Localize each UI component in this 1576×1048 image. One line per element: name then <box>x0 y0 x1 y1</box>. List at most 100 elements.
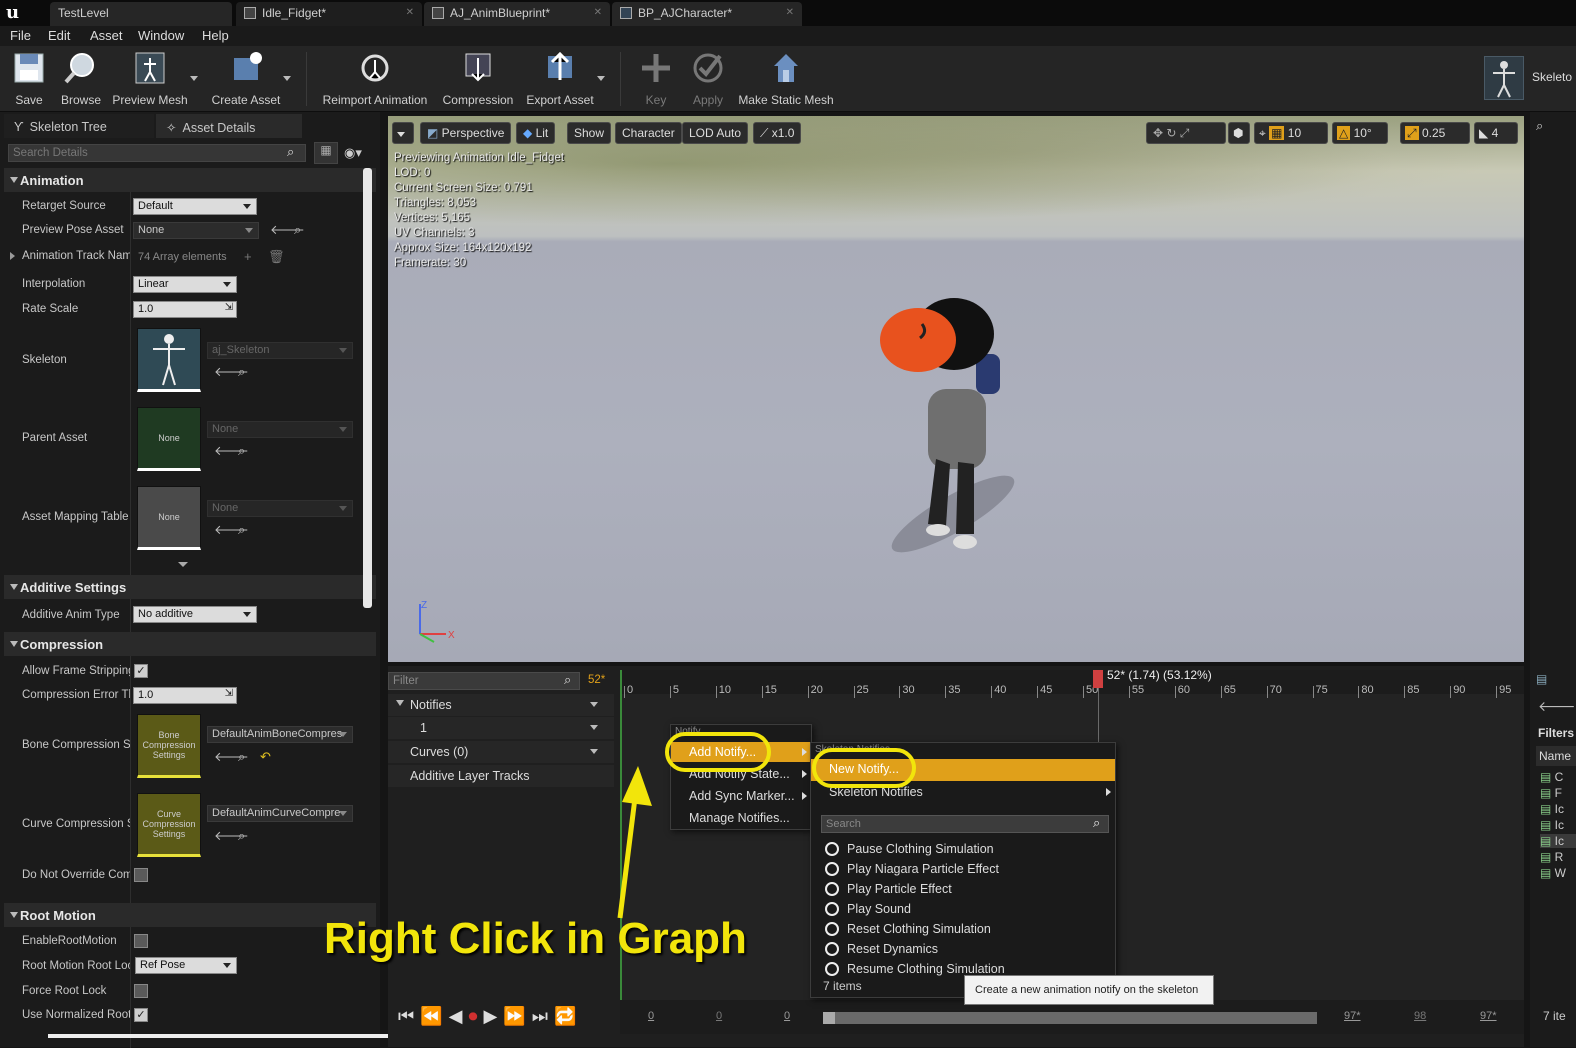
interpolation-dropdown[interactable]: Linear <box>133 276 237 293</box>
notify-option[interactable]: Reset Clothing Simulation <box>811 919 1115 939</box>
range-end[interactable]: 97* <box>1480 1010 1497 1022</box>
grid-snap-button[interactable]: ⌖ ▦ 10 <box>1254 122 1328 144</box>
preview-pose-dropdown[interactable]: None <box>133 222 259 239</box>
section-compression[interactable]: Compression <box>4 632 376 656</box>
lit-button[interactable]: ◆ Lit <box>516 122 556 144</box>
skeleton-mode-button[interactable] <box>1484 56 1524 100</box>
record-icon[interactable]: ⏺ <box>468 1006 483 1026</box>
skeleton-dropdown[interactable]: aj_Skeleton <box>207 342 353 359</box>
asset-list-item[interactable]: ▤ W <box>1540 866 1566 880</box>
playback-start[interactable]: 0 <box>784 1010 790 1022</box>
make-static-mesh-button[interactable]: Make Static Mesh <box>736 50 836 107</box>
add-sync-marker-menu-item[interactable]: Add Sync Marker... <box>671 786 811 806</box>
curves-track[interactable]: Curves (0) <box>388 741 614 763</box>
asset-list-item[interactable]: ▤ Ic <box>1540 834 1576 848</box>
chevron-down-icon[interactable] <box>590 749 598 754</box>
use-normalized-checkbox[interactable]: ✓ <box>134 1008 148 1022</box>
parent-asset-thumbnail[interactable]: None <box>137 407 201 471</box>
lod-button[interactable]: LOD Auto <box>682 122 749 144</box>
menu-file[interactable]: File <box>10 28 31 43</box>
asset-list-item[interactable]: ▤ C <box>1540 770 1563 784</box>
menu-help[interactable]: Help <box>202 28 229 43</box>
browse-icon[interactable]: ⌕ <box>238 443 245 459</box>
chevron-down-icon[interactable] <box>597 76 605 81</box>
compression-button[interactable]: Compression <box>440 50 516 107</box>
play-icon[interactable]: ▶ <box>483 1006 503 1026</box>
browse-button[interactable]: Browse <box>56 50 106 107</box>
details-scrollbar[interactable] <box>363 168 372 608</box>
local-world-icon[interactable]: ⬢ <box>1228 122 1250 144</box>
chevron-down-icon[interactable] <box>283 76 291 81</box>
scrub-handle[interactable] <box>1093 670 1103 688</box>
close-icon[interactable]: ✕ <box>786 7 794 18</box>
frame-stripping-checkbox[interactable]: ✓ <box>134 664 148 678</box>
character-button[interactable]: Character <box>615 122 682 144</box>
name-column-header[interactable]: Name <box>1536 746 1576 766</box>
grid-view-icon[interactable]: ▦ <box>314 142 338 164</box>
show-advanced-chevron-icon[interactable] <box>178 562 188 567</box>
asset-list-item[interactable]: ▤ Ic <box>1540 818 1564 832</box>
tab-idle-fidget[interactable]: Idle_Fidget* ✕ <box>236 2 422 26</box>
mapping-table-thumbnail[interactable]: None <box>137 486 201 550</box>
skip-to-end-icon[interactable]: ⏭ <box>532 1006 554 1026</box>
tab-bp-character[interactable]: BP_AJCharacter* ✕ <box>612 2 802 26</box>
view-end[interactable]: 98 <box>1414 1010 1426 1022</box>
tab-anim-blueprint[interactable]: AJ_AnimBlueprint* ✕ <box>424 2 610 26</box>
notifies-track[interactable]: Notifies <box>388 694 614 716</box>
additive-layer-track[interactable]: Additive Layer Tracks <box>388 765 614 787</box>
section-root-motion[interactable]: Root Motion <box>4 903 376 927</box>
notify-option[interactable]: Pause Clothing Simulation <box>811 839 1115 859</box>
parent-asset-dropdown[interactable]: None <box>207 421 353 438</box>
rate-scale-input[interactable]: 1.0 <box>133 301 237 318</box>
playback-end[interactable]: 97* <box>1344 1010 1361 1022</box>
step-forward-icon[interactable]: ⏩ <box>503 1006 531 1026</box>
retarget-source-dropdown[interactable]: Default <box>133 198 257 215</box>
reset-icon[interactable]: ↶ <box>260 749 271 765</box>
chevron-down-icon[interactable] <box>190 76 198 81</box>
reimport-animation-button[interactable]: Reimport Animation <box>318 50 432 107</box>
browse-icon[interactable]: ⌕ <box>238 749 245 765</box>
export-asset-button[interactable]: Export Asset <box>522 50 598 107</box>
notify-option[interactable]: Play Niagara Particle Effect <box>811 859 1115 879</box>
transform-tools[interactable]: ✥ ↻ ⤢ <box>1146 122 1226 144</box>
tab-testlevel[interactable]: TestLevel <box>50 2 232 26</box>
perspective-button[interactable]: ◩ Perspective <box>420 122 512 144</box>
notify-option[interactable]: Play Particle Effect <box>811 879 1115 899</box>
browse-icon[interactable]: ⌕ <box>238 364 245 380</box>
force-root-lock-checkbox[interactable] <box>134 984 148 998</box>
additive-anim-type-dropdown[interactable]: No additive <box>133 606 257 623</box>
curve-compression-thumbnail[interactable]: Curve Compression Settings <box>137 793 201 857</box>
viewport-options-button[interactable] <box>392 122 414 144</box>
compression-error-input[interactable]: 1.0 <box>133 687 237 704</box>
tab-skeleton-tree[interactable]: Ƴ Skeleton Tree <box>4 114 154 138</box>
menu-asset[interactable]: Asset <box>90 28 123 43</box>
notify-option[interactable]: Reset Dynamics <box>811 939 1115 959</box>
timeline-ruler[interactable]: 0 5 10 15 20 25 30 35 40 45 50 55 60 65 70 75 80 85 90 95 <box>620 670 1524 698</box>
timeline-scrollbar[interactable] <box>823 1012 1317 1024</box>
asset-list-item[interactable]: ▤ Ic <box>1540 802 1564 816</box>
speed-button[interactable]: ⟋ x1.0 <box>753 122 802 144</box>
horizontal-scrollbar[interactable] <box>48 1034 390 1038</box>
browse-icon[interactable]: ⌕ <box>294 222 301 238</box>
menu-edit[interactable]: Edit <box>48 28 70 43</box>
range-start[interactable]: 0 <box>648 1010 654 1022</box>
apply-button[interactable]: Apply <box>686 50 730 107</box>
bone-compression-dropdown[interactable]: DefaultAnimBoneCompres <box>207 726 353 743</box>
preview-mesh-button[interactable]: Preview Mesh <box>110 50 190 107</box>
loop-icon[interactable]: 🔁 <box>554 1006 582 1026</box>
close-icon[interactable]: ✕ <box>406 7 414 18</box>
curve-compression-dropdown[interactable]: DefaultAnimCurveCompre <box>207 805 353 822</box>
close-icon[interactable]: ✕ <box>594 7 602 18</box>
tab-asset-details[interactable]: ✧ Asset Details <box>156 114 302 138</box>
add-element-icon[interactable]: + <box>244 249 252 264</box>
browse-icon[interactable]: ⌕ <box>238 522 245 538</box>
play-reverse-icon[interactable]: ◀ <box>449 1006 469 1026</box>
do-not-override-checkbox[interactable] <box>134 868 148 882</box>
mapping-table-dropdown[interactable]: None <box>207 500 353 517</box>
angle-snap-button[interactable]: △ 10° <box>1332 122 1388 144</box>
viewport[interactable]: ◩ Perspective ◆ Lit Show Character LOD A… <box>388 116 1524 662</box>
filters-label[interactable]: Filters <box>1538 726 1574 740</box>
back-arrow-icon[interactable]: 🡐 <box>1538 698 1576 715</box>
create-asset-button[interactable]: Create Asset <box>206 50 286 107</box>
scale-snap-button[interactable]: ⤢ 0.25 <box>1400 122 1470 144</box>
